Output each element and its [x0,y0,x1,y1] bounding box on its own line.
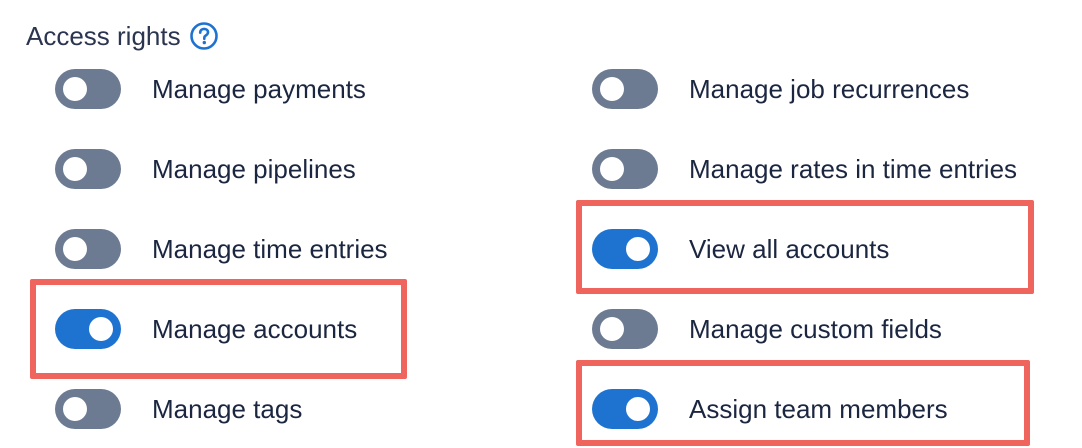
view-all-accounts-label: View all accounts [689,233,890,264]
toggle-row-manage-pipelines: Manage pipelines [55,145,356,193]
manage-tags-toggle[interactable] [55,389,121,429]
toggle-row-manage-payments: Manage payments [55,65,366,113]
assign-team-members-label: Assign team members [689,393,948,424]
manage-pipelines-label: Manage pipelines [152,153,356,184]
toggle-knob [600,157,624,181]
toggle-knob [626,397,650,421]
manage-pipelines-toggle[interactable] [55,149,121,189]
manage-time-entries-toggle[interactable] [55,229,121,269]
manage-time-entries-label: Manage time entries [152,233,388,264]
manage-payments-toggle[interactable] [55,69,121,109]
manage-rates-in-time-entries-toggle[interactable] [592,149,658,189]
manage-custom-fields-label: Manage custom fields [689,313,942,344]
assign-team-members-toggle[interactable] [592,389,658,429]
toggle-knob [63,157,87,181]
manage-job-recurrences-label: Manage job recurrences [689,73,970,104]
toggle-knob [89,317,113,341]
toggle-row-manage-time-entries: Manage time entries [55,225,388,273]
manage-job-recurrences-toggle[interactable] [592,69,658,109]
manage-accounts-toggle[interactable] [55,309,121,349]
toggle-row-assign-team-members: Assign team members [592,385,948,433]
toggle-row-manage-tags: Manage tags [55,385,302,433]
toggle-knob [600,317,624,341]
toggle-row-manage-rates-in-time-entries: Manage rates in time entries [592,145,1017,193]
manage-accounts-label: Manage accounts [152,313,358,344]
toggle-row-manage-custom-fields: Manage custom fields [592,305,942,353]
toggle-knob [63,77,87,101]
question-circle-icon[interactable] [189,21,219,51]
access-rights-header: Access rights [26,18,219,54]
toggle-knob [600,77,624,101]
section-title: Access rights [26,20,181,51]
toggle-knob [63,397,87,421]
manage-rates-in-time-entries-label: Manage rates in time entries [689,153,1018,184]
toggle-row-manage-job-recurrences: Manage job recurrences [592,65,969,113]
toggle-row-manage-accounts: Manage accounts [55,305,357,353]
toggle-knob [63,237,87,261]
toggle-row-view-all-accounts: View all accounts [592,225,889,273]
view-all-accounts-toggle[interactable] [592,229,658,269]
toggle-knob [626,237,650,261]
manage-tags-label: Manage tags [152,393,303,424]
manage-custom-fields-toggle[interactable] [592,309,658,349]
manage-payments-label: Manage payments [152,73,366,104]
